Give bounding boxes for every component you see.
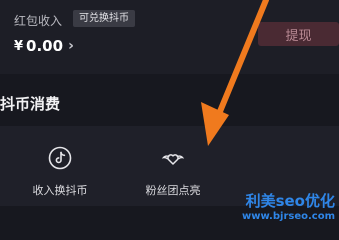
fan-club-light-up-label: 粉丝团点亮 bbox=[145, 184, 201, 197]
chevron-right-icon: › bbox=[68, 38, 74, 54]
balance-amount[interactable]: ¥ 0.00 › bbox=[14, 37, 74, 55]
watermark: 利美seo优化 www.bjrseo.com bbox=[242, 192, 335, 224]
watermark-brand: 利美seo优化 bbox=[245, 192, 335, 210]
section-title-coin-consumption: 抖币消费 bbox=[0, 95, 61, 113]
exchange-coins-label: 收入换抖币 bbox=[32, 184, 88, 197]
watermark-url: www.bjrseo.com bbox=[241, 211, 335, 222]
winged-heart-icon bbox=[161, 154, 185, 165]
exchangeable-tag: 可兑换抖币 bbox=[73, 10, 135, 27]
currency-symbol: ¥ bbox=[14, 38, 24, 54]
fan-club-light-up-item[interactable]: 粉丝团点亮 bbox=[113, 126, 233, 206]
exchange-coins-item[interactable]: 收入换抖币 bbox=[0, 126, 120, 206]
tiktok-note-icon bbox=[48, 146, 72, 170]
withdraw-button[interactable]: 提现 bbox=[258, 22, 339, 46]
wallet-card: 红包收入 可兑换抖币 ¥ 0.00 › 提现 bbox=[0, 0, 339, 74]
balance-value: 0.00 bbox=[26, 37, 64, 55]
red-packet-income-label: 红包收入 bbox=[14, 14, 63, 28]
